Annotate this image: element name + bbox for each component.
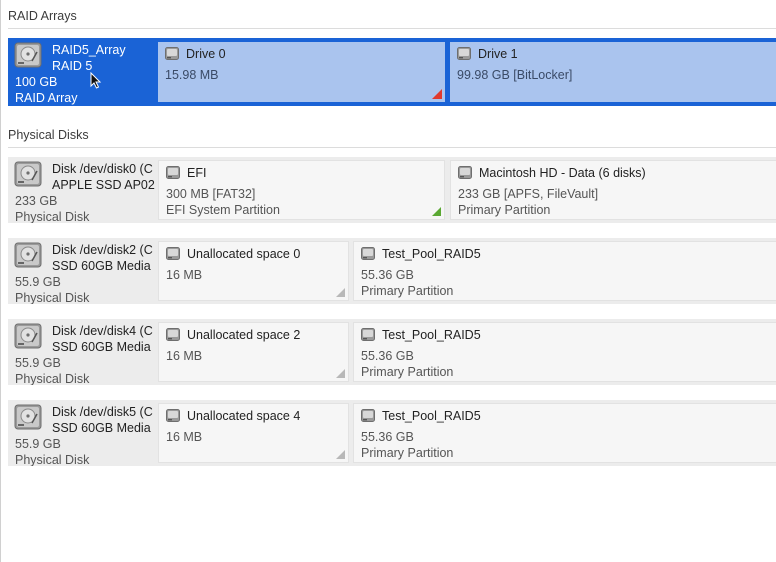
status-marker-icon	[432, 89, 442, 99]
disk-cell[interactable]: Disk /dev/disk2 (C SSD 60GB Media 55.9 G…	[8, 238, 158, 304]
raid-array-name: RAID5_Array RAID 5	[52, 42, 158, 74]
partition-size: 16 MB	[166, 349, 203, 363]
raid-drive-1[interactable]: Drive 1 99.98 GB [BitLocker]	[450, 42, 776, 102]
disk-name-line1: Disk /dev/disk4 (C	[52, 324, 153, 338]
partition[interactable]: Test_Pool_RAID5 55.36 GB Primary Partiti…	[353, 241, 776, 301]
hard-disk-icon	[361, 328, 375, 341]
disk-name: Disk /dev/disk4 (C SSD 60GB Media	[52, 323, 158, 355]
hard-disk-icon	[361, 409, 375, 422]
hard-disk-icon	[14, 242, 42, 268]
disk-name-line1: Disk /dev/disk2 (C	[52, 243, 153, 257]
hard-disk-icon	[166, 247, 180, 260]
partition-type: Primary Partition	[361, 446, 454, 460]
disk-row[interactable]: Disk /dev/disk0 (C APPLE SSD AP02 233 GB…	[8, 157, 776, 223]
drive-size: 15.98 MB	[165, 68, 219, 82]
partition[interactable]: Test_Pool_RAID5 55.36 GB Primary Partiti…	[353, 322, 776, 382]
hard-disk-icon	[14, 42, 42, 68]
physical-disks-divider	[8, 147, 776, 148]
disk-row[interactable]: Disk /dev/disk2 (C SSD 60GB Media 55.9 G…	[8, 238, 776, 304]
hard-disk-icon	[458, 166, 472, 179]
partition-size: 16 MB	[166, 430, 203, 444]
disk-model: SSD 60GB Media	[52, 421, 151, 435]
partition-size: 55.36 GB	[361, 268, 414, 282]
partition[interactable]: Unallocated space 4 16 MB	[158, 403, 349, 463]
partition-name: Test_Pool_RAID5	[382, 328, 481, 342]
partition[interactable]: Test_Pool_RAID5 55.36 GB Primary Partiti…	[353, 403, 776, 463]
raid-array-kind: RAID Array	[15, 91, 78, 105]
resize-marker-icon	[336, 288, 345, 297]
resize-marker-icon	[336, 450, 345, 459]
hard-disk-icon	[166, 328, 180, 341]
raid-array-name-line1: RAID5_Array	[52, 43, 126, 57]
raid-array-size: 100 GB	[15, 75, 58, 89]
hard-disk-icon	[14, 404, 42, 430]
partition-name: Test_Pool_RAID5	[382, 247, 481, 261]
disk-size: 55.9 GB	[15, 275, 61, 289]
disk-cell[interactable]: Disk /dev/disk5 (C SSD 60GB Media 55.9 G…	[8, 400, 158, 466]
drive-name: Drive 0	[186, 47, 226, 61]
partition[interactable]: Unallocated space 2 16 MB	[158, 322, 349, 382]
partition-size: 300 MB [FAT32]	[166, 187, 256, 201]
disk-name: Disk /dev/disk0 (C APPLE SSD AP02	[52, 161, 158, 193]
resize-marker-icon	[336, 369, 345, 378]
partition-name: Test_Pool_RAID5	[382, 409, 481, 423]
disk-kind: Physical Disk	[15, 291, 90, 304]
raid-array-row[interactable]: RAID5_Array RAID 5 100 GB RAID Array Dri…	[8, 38, 776, 106]
hard-disk-icon	[165, 47, 179, 60]
disk-size: 55.9 GB	[15, 356, 61, 370]
disk-name: Disk /dev/disk2 (C SSD 60GB Media	[52, 242, 158, 274]
raid-arrays-heading: RAID Arrays	[8, 9, 77, 23]
disk-kind: Physical Disk	[15, 210, 90, 223]
partition-name: Macintosh HD - Data (6 disks)	[479, 166, 646, 180]
mouse-cursor-icon	[90, 72, 102, 89]
disk-kind: Physical Disk	[15, 453, 90, 466]
disk-name: Disk /dev/disk5 (C SSD 60GB Media	[52, 404, 158, 436]
partition-size: 55.36 GB	[361, 349, 414, 363]
disk-row[interactable]: Disk /dev/disk4 (C SSD 60GB Media 55.9 G…	[8, 319, 776, 385]
raid-array-cell[interactable]: RAID5_Array RAID 5 100 GB RAID Array	[8, 38, 158, 106]
disk-size: 233 GB	[15, 194, 58, 208]
hard-disk-icon	[166, 409, 180, 422]
partition-name: Unallocated space 2	[187, 328, 301, 342]
partition-type: Primary Partition	[361, 365, 454, 379]
hard-disk-icon	[14, 161, 42, 187]
hard-disk-icon	[457, 47, 471, 60]
raid-drive-0[interactable]: Drive 0 15.98 MB	[158, 42, 445, 102]
raid-arrays-divider	[8, 28, 776, 29]
hard-disk-icon	[166, 166, 180, 179]
partition-size: 55.36 GB	[361, 430, 414, 444]
partition-type: Primary Partition	[458, 203, 551, 217]
hard-disk-icon	[361, 247, 375, 260]
partition[interactable]: Macintosh HD - Data (6 disks) 233 GB [AP…	[450, 160, 776, 220]
partition-name: Unallocated space 0	[187, 247, 301, 261]
partition-type: EFI System Partition	[166, 203, 280, 217]
disk-model: SSD 60GB Media	[52, 340, 151, 354]
partition[interactable]: Unallocated space 0 16 MB	[158, 241, 349, 301]
partition-size: 16 MB	[166, 268, 203, 282]
disk-name-line1: Disk /dev/disk0 (C	[52, 162, 153, 176]
disk-model: SSD 60GB Media	[52, 259, 151, 273]
physical-disks-heading: Physical Disks	[8, 128, 89, 142]
disk-name-line1: Disk /dev/disk5 (C	[52, 405, 153, 419]
partition-name: EFI	[187, 166, 207, 180]
partition-name: Unallocated space 4	[187, 409, 301, 423]
disk-cell[interactable]: Disk /dev/disk0 (C APPLE SSD AP02 233 GB…	[8, 157, 158, 223]
raid-array-level: RAID 5	[52, 59, 93, 73]
partition[interactable]: EFI 300 MB [FAT32] EFI System Partition	[158, 160, 445, 220]
disk-size: 55.9 GB	[15, 437, 61, 451]
disk-model: APPLE SSD AP02	[52, 178, 155, 192]
window-left-border	[0, 0, 1, 562]
partition-type: Primary Partition	[361, 284, 454, 298]
partition-size: 233 GB [APFS, FileVault]	[458, 187, 599, 201]
drive-name: Drive 1	[478, 47, 518, 61]
disk-kind: Physical Disk	[15, 372, 90, 385]
disk-row[interactable]: Disk /dev/disk5 (C SSD 60GB Media 55.9 G…	[8, 400, 776, 466]
status-marker-icon	[432, 207, 441, 216]
hard-disk-icon	[14, 323, 42, 349]
drive-size: 99.98 GB [BitLocker]	[457, 68, 573, 82]
disk-cell[interactable]: Disk /dev/disk4 (C SSD 60GB Media 55.9 G…	[8, 319, 158, 385]
